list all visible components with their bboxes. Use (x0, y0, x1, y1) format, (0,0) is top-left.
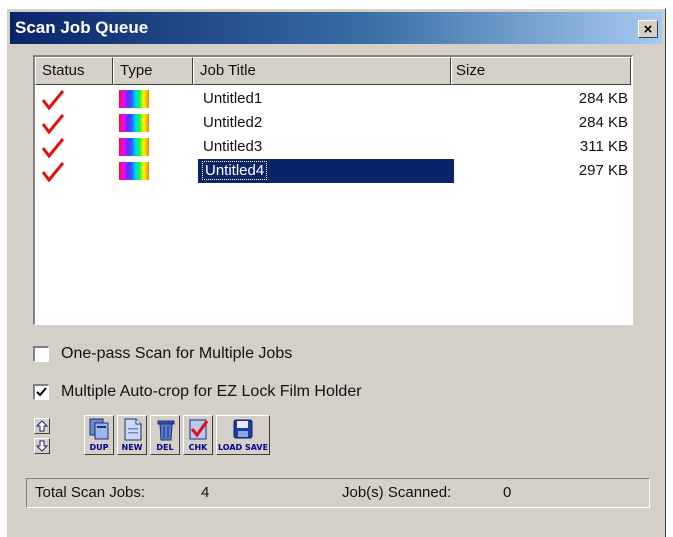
auto-crop-option[interactable]: Multiple Auto-crop for EZ Lock Film Hold… (33, 381, 362, 403)
size-cell: 297 KB (578, 162, 628, 179)
trash-icon (157, 420, 175, 441)
total-jobs-value: 4 (201, 484, 210, 501)
job-list[interactable]: Status Type Job Title Size Untitled1 284 … (33, 55, 633, 325)
job-title-cell[interactable]: Untitled1 (198, 87, 267, 111)
one-pass-option[interactable]: One-pass Scan for Multiple Jobs (33, 343, 292, 365)
load-save-button[interactable]: LOAD SAVE (216, 415, 270, 455)
new-label: NEW (121, 443, 143, 452)
jobs-scanned-label: Job(s) Scanned: (342, 484, 452, 501)
one-pass-checkbox[interactable] (33, 346, 49, 362)
jobs-scanned-value: 0 (503, 484, 512, 501)
size-cell: 311 KB (579, 138, 628, 155)
title-bar[interactable]: Scan Job Queue × (10, 12, 662, 44)
job-title-text: Untitled2 (203, 114, 263, 131)
job-title-cell[interactable]: Untitled4 (198, 159, 454, 183)
size-cell: 284 KB (578, 90, 628, 107)
move-down-button[interactable] (34, 438, 50, 454)
table-row[interactable]: Untitled3 311 KB (35, 135, 632, 159)
size-cell: 284 KB (578, 114, 628, 131)
job-title-cell[interactable]: Untitled3 (198, 135, 267, 159)
color-type-icon (119, 138, 149, 156)
job-title-text: Untitled3 (203, 138, 263, 155)
close-button[interactable]: × (638, 20, 658, 38)
color-type-icon (119, 90, 149, 108)
load-save-label: LOAD SAVE (217, 443, 269, 452)
checklist-icon (189, 419, 209, 440)
job-title-cell[interactable]: Untitled2 (198, 111, 267, 135)
close-icon: × (643, 20, 653, 38)
auto-crop-label: Multiple Auto-crop for EZ Lock Film Hold… (61, 383, 362, 400)
column-header-size[interactable]: Size (451, 57, 631, 85)
dup-button[interactable]: DUP (84, 415, 114, 455)
column-header-type[interactable]: Type (113, 57, 193, 85)
total-jobs-label: Total Scan Jobs: (35, 484, 146, 501)
color-type-icon (119, 114, 149, 132)
one-pass-label: One-pass Scan for Multiple Jobs (61, 345, 293, 362)
job-title-text: Untitled1 (203, 90, 263, 107)
check-icon (41, 114, 65, 134)
dup-label: DUP (89, 443, 109, 452)
auto-crop-checkbox[interactable] (33, 384, 49, 400)
arrow-down-icon (35, 440, 49, 452)
check-icon (41, 90, 65, 110)
column-header-job-title[interactable]: Job Title (193, 57, 451, 85)
move-up-button[interactable] (34, 418, 50, 434)
new-button[interactable]: NEW (117, 415, 147, 455)
check-icon (41, 138, 65, 158)
checkmark-icon (36, 387, 47, 397)
del-label: DEL (156, 443, 174, 452)
chk-label: CHK (188, 443, 208, 452)
table-row[interactable]: Untitled1 284 KB (35, 87, 632, 111)
job-title-text: Untitled4 (201, 161, 268, 180)
del-button[interactable]: DEL (150, 415, 180, 455)
new-document-icon (124, 418, 142, 441)
check-icon (41, 162, 65, 182)
column-header-status[interactable]: Status (35, 57, 113, 85)
window-title: Scan Job Queue (15, 18, 149, 37)
arrow-up-icon (35, 420, 49, 432)
floppy-disk-icon (233, 419, 253, 439)
table-row[interactable]: Untitled4 297 KB (35, 159, 632, 183)
color-type-icon (119, 162, 149, 180)
table-row[interactable]: Untitled2 284 KB (35, 111, 632, 135)
duplicate-icon (89, 418, 109, 440)
status-bar: Total Scan Jobs: 4 Job(s) Scanned: 0 (26, 478, 650, 508)
list-header: Status Type Job Title Size (35, 57, 632, 85)
chk-button[interactable]: CHK (183, 415, 213, 455)
